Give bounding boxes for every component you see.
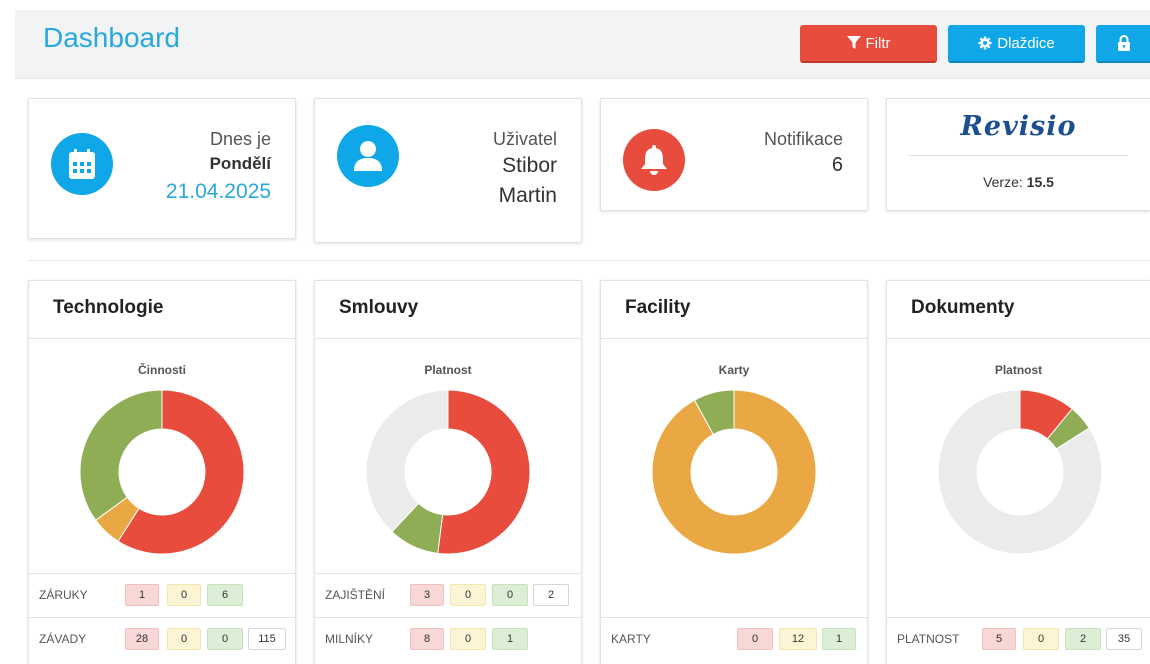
defects-row[interactable]: ZÁVADY 28 0 0 115 [29, 617, 295, 662]
panel-title: Facility [625, 297, 691, 318]
user-icon [354, 141, 382, 171]
count-green[interactable]: 0 [492, 584, 528, 606]
notifications-count: 6 [831, 154, 843, 176]
security-row[interactable]: ZAJIŠTĚNÍ 3 0 0 2 [315, 573, 581, 618]
date-label: Dnes je [209, 129, 271, 149]
row-label: KARTY [611, 632, 651, 646]
notifications-label: Notifikace [763, 129, 843, 149]
cards-row[interactable]: KARTY 0 12 1 [601, 617, 867, 662]
page-title: Dashboard [43, 22, 180, 53]
panel-title: Dokumenty [911, 297, 1015, 318]
panel-header-divider [315, 338, 581, 339]
date-card: Dnes je Pondělí 21.04.2025 [28, 98, 296, 239]
milestones-row[interactable]: MILNÍKY 8 0 1 [315, 617, 581, 662]
donut-chart-technologie[interactable] [29, 379, 295, 569]
donut-slice-2[interactable] [79, 389, 163, 521]
row-label: PLATNOST [897, 632, 960, 646]
count-red[interactable]: 0 [737, 628, 773, 650]
user-last-name: Martin [498, 184, 557, 207]
revisio-logo: Revisio [960, 111, 1077, 142]
count-green[interactable]: 0 [207, 628, 243, 650]
current-date: 21.04.2025 [165, 180, 271, 203]
panel-header-divider [601, 338, 867, 339]
row-label: ZÁVADY [39, 632, 87, 646]
panel-facility: Facility Karty KARTY 0 12 1 [600, 280, 868, 664]
panel-smlouvy: Smlouvy Platnost ZAJIŠTĚNÍ 3 0 0 2 MILNÍ… [314, 280, 582, 664]
count-red[interactable]: 8 [410, 628, 444, 650]
bell-icon [641, 145, 667, 175]
calendar-icon-badge [51, 133, 113, 195]
count-green[interactable]: 2 [1065, 628, 1101, 650]
about-card: Revisio Verze: 15.5 [886, 98, 1150, 211]
count-green[interactable]: 1 [822, 628, 856, 650]
notifications-card[interactable]: Notifikace 6 [600, 98, 868, 211]
count-yellow[interactable]: 0 [167, 584, 201, 606]
panel-technologie: Technologie Činnosti ZÁRUKY 1 0 6 ZÁVADY… [28, 280, 296, 664]
count-yellow[interactable]: 0 [167, 628, 201, 650]
row-label: ZAJIŠTĚNÍ [325, 588, 386, 602]
count-total[interactable]: 115 [248, 628, 286, 650]
donut-chart-smlouvy[interactable] [315, 379, 581, 569]
panel-header-divider [887, 338, 1150, 339]
donut-chart-dokumenty[interactable] [887, 379, 1150, 569]
filter-button[interactable]: Filtr [800, 25, 937, 63]
gear-icon [978, 36, 992, 50]
donut-slice-2[interactable] [365, 389, 449, 533]
row-label: MILNÍKY [325, 632, 374, 646]
panel-title: Technologie [53, 297, 164, 318]
count-red[interactable]: 1 [125, 584, 159, 606]
chart-title: Platnost [994, 363, 1043, 377]
panel-dokumenty: Dokumenty Platnost PLATNOST 5 0 2 35 [886, 280, 1150, 664]
notifications-text: Notifikace 6 [764, 127, 843, 179]
user-label: Uživatel [492, 129, 557, 149]
chart-title: Činnosti [138, 363, 186, 377]
validity-row[interactable]: PLATNOST 5 0 2 35 [887, 617, 1150, 662]
lock-button[interactable] [1096, 25, 1150, 63]
day-name: Pondělí [209, 154, 271, 173]
panel-title: Smlouvy [339, 297, 419, 318]
version-number: 15.5 [1026, 174, 1054, 190]
date-text: Dnes je Pondělí 21.04.2025 [166, 127, 271, 207]
user-card: Uživatel Stibor Martin [314, 98, 582, 243]
bell-icon-badge [623, 129, 685, 191]
logo-divider [909, 155, 1128, 156]
count-green[interactable]: 6 [207, 584, 243, 606]
page-header: Dashboard Filtr Dlaždice [15, 10, 1150, 79]
lock-icon [1117, 35, 1130, 51]
user-icon-badge [337, 125, 399, 187]
donut-chart-facility[interactable] [601, 379, 867, 569]
count-red[interactable]: 5 [982, 628, 1016, 650]
warranty-row[interactable]: ZÁRUKY 1 0 6 [29, 573, 295, 618]
user-first-name: Stibor [502, 154, 557, 177]
version-label: Verze: [983, 174, 1023, 190]
section-divider [28, 260, 1150, 261]
count-yellow[interactable]: 12 [779, 628, 817, 650]
filter-icon [846, 36, 861, 49]
panel-header-divider [29, 338, 295, 339]
count-yellow[interactable]: 0 [1023, 628, 1059, 650]
count-red[interactable]: 3 [410, 584, 444, 606]
count-total[interactable]: 2 [533, 584, 569, 606]
version-info: Verze: 15.5 [887, 174, 1150, 190]
calendar-icon [69, 149, 95, 179]
tiles-button[interactable]: Dlaždice [948, 25, 1085, 63]
filter-button-label: Filtr [865, 34, 891, 52]
count-yellow[interactable]: 0 [450, 584, 486, 606]
count-red[interactable]: 28 [125, 628, 159, 650]
count-yellow[interactable]: 0 [450, 628, 486, 650]
user-text: Uživatel Stibor Martin [493, 127, 557, 211]
count-total[interactable]: 35 [1106, 628, 1142, 650]
count-green[interactable]: 1 [492, 628, 528, 650]
row-label: ZÁRUKY [39, 588, 88, 602]
chart-title: Platnost [424, 363, 472, 377]
donut-slice-0[interactable] [437, 389, 531, 555]
chart-title: Karty [718, 363, 750, 377]
tiles-button-label: Dlaždice [997, 34, 1055, 52]
